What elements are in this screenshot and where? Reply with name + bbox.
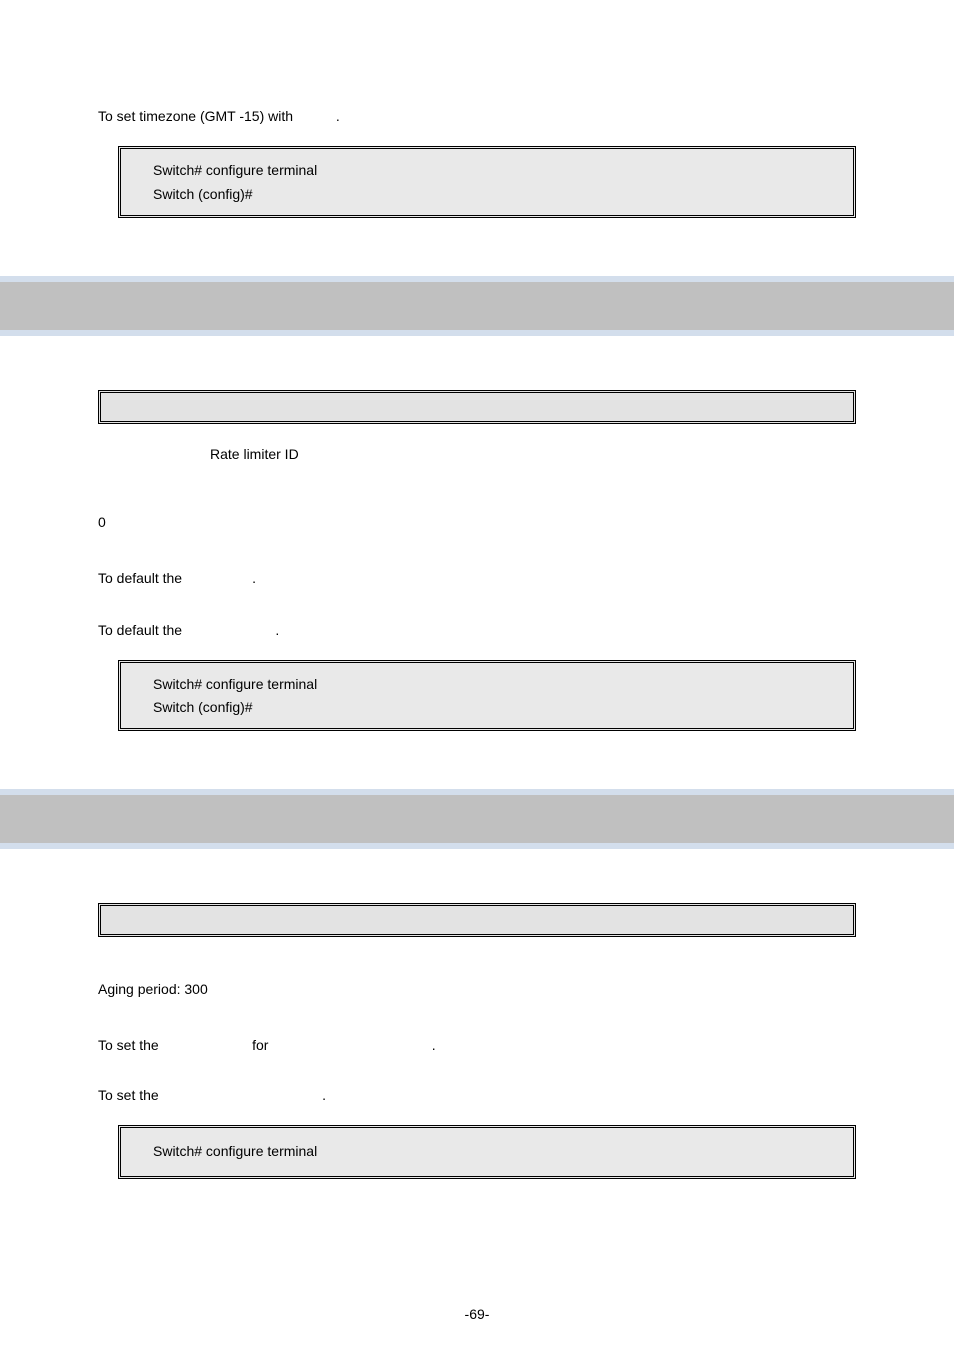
code-line: Switch# configure terminal bbox=[153, 673, 821, 697]
usage-tail: . bbox=[275, 622, 279, 638]
default-value: 0 bbox=[98, 514, 856, 530]
usage-mid: for bbox=[252, 1037, 268, 1053]
top-usage-line: To set timezone (GMT -15) with . bbox=[98, 108, 856, 124]
usage-tail: . bbox=[322, 1087, 326, 1103]
code-line: Switch (config)# bbox=[153, 696, 821, 720]
param-label: Rate limiter ID bbox=[98, 446, 856, 462]
usage-text: To set the bbox=[98, 1037, 159, 1053]
code-box-sec1: Switch# configure terminal Switch (confi… bbox=[118, 660, 856, 732]
usage-text: To default the bbox=[98, 622, 182, 638]
syntax-box-1 bbox=[98, 390, 856, 424]
usage-line: To set the for . bbox=[98, 1037, 856, 1053]
usage-tail: . bbox=[432, 1037, 436, 1053]
usage-line: To default the . bbox=[98, 570, 856, 586]
usage-line: To default the . bbox=[98, 622, 856, 638]
section-band-1 bbox=[0, 276, 954, 336]
section-band-2 bbox=[0, 789, 954, 849]
top-usage-tail: . bbox=[336, 108, 340, 124]
top-usage-text: To set timezone (GMT -15) with bbox=[98, 108, 293, 124]
code-line: Switch# configure terminal bbox=[153, 159, 821, 183]
code-line: Switch# configure terminal bbox=[153, 1140, 821, 1164]
usage-text: To default the bbox=[98, 570, 182, 586]
default-value-2: Aging period: 300 bbox=[98, 981, 856, 997]
code-line: Switch (config)# bbox=[153, 183, 821, 207]
usage-text: To set the bbox=[98, 1087, 159, 1103]
code-box-sec2: Switch# configure terminal bbox=[118, 1125, 856, 1179]
usage-line: To set the . bbox=[98, 1087, 856, 1103]
usage-tail: . bbox=[252, 570, 256, 586]
syntax-box-2 bbox=[98, 903, 856, 937]
page-number: -69- bbox=[0, 1306, 954, 1322]
code-box-top: Switch# configure terminal Switch (confi… bbox=[118, 146, 856, 218]
